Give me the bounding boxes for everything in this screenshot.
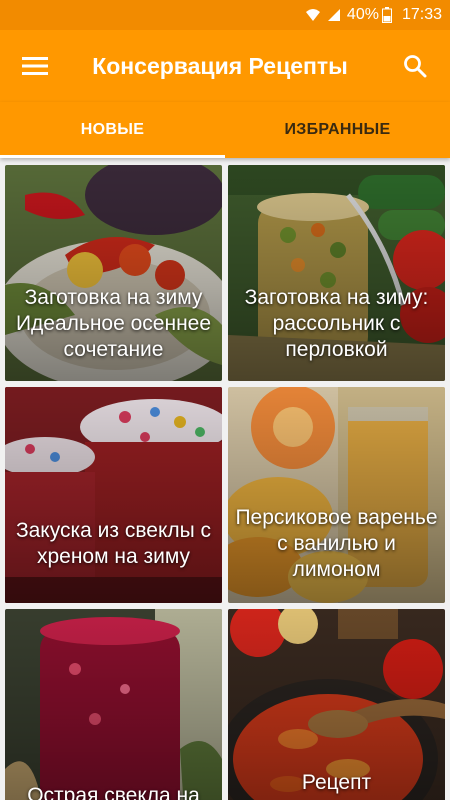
- photo-overlay: [5, 609, 222, 800]
- wifi-icon: [305, 8, 321, 22]
- signal-icon: [327, 8, 341, 22]
- hamburger-menu-icon: [22, 57, 48, 75]
- recipe-card[interactable]: Персиковое варенье с ванилью и лимоном: [228, 387, 445, 603]
- tab-new[interactable]: НОВЫЕ: [0, 102, 225, 158]
- recipe-title: Острая свекла на зиму: [27, 784, 200, 800]
- app-bar: Консервация Рецепты: [0, 30, 450, 102]
- recipe-card[interactable]: Острая свекла на зиму: [5, 609, 222, 800]
- search-button[interactable]: [380, 30, 450, 102]
- menu-button[interactable]: [0, 30, 70, 102]
- recipe-grid: Заготовка на зиму Идеальное осеннее соче…: [0, 158, 450, 800]
- recipe-card[interactable]: Закуска из свеклы с хреном на зиму: [5, 387, 222, 603]
- search-icon: [404, 55, 427, 78]
- recipe-title: Закуска из свеклы с хреном на зиму: [15, 518, 212, 568]
- recipe-title: Персиковое варенье с ванилью и лимоном: [235, 505, 438, 581]
- tab-bar: НОВЫЕ ИЗБРАННЫЕ: [0, 102, 450, 158]
- recipe-card[interactable]: Заготовка на зиму: рассольник с перловко…: [228, 165, 445, 381]
- clock: 17:33: [401, 6, 442, 23]
- battery-percent: 40%: [346, 6, 379, 23]
- recipe-title: Заготовка на зиму: рассольник с перловко…: [244, 286, 429, 361]
- app-title: Консервация Рецепты: [92, 52, 348, 79]
- status-bar: 40% 17:33: [0, 0, 450, 30]
- recipe-card[interactable]: Рецепт приготовления лечо: [228, 609, 445, 800]
- recipe-title: Заготовка на зиму Идеальное осеннее соче…: [15, 286, 212, 361]
- battery-icon: [381, 7, 392, 23]
- recipe-card[interactable]: Заготовка на зиму Идеальное осеннее соче…: [5, 165, 222, 381]
- tab-favorites[interactable]: ИЗБРАННЫЕ: [225, 102, 450, 158]
- recipe-title: Рецепт приготовления лечо: [239, 771, 434, 800]
